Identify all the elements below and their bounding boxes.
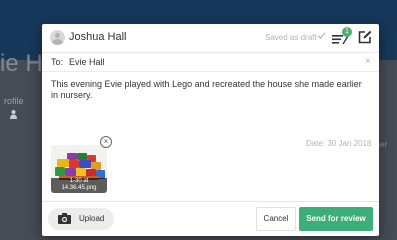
modal-footer: Upload Cancel Send for review (42, 201, 379, 237)
notification-badge: 1 (342, 27, 352, 37)
upload-label: Upload (79, 214, 105, 223)
caption-line-2: 14.36.45.png (61, 185, 97, 191)
modal-header: Joshua Hall Saved as draft 1 (42, 24, 379, 53)
recipient-chip[interactable]: Evie Hall (69, 57, 105, 67)
person-icon (10, 110, 17, 119)
camera-icon (58, 213, 71, 224)
author-name: Joshua Hall (69, 31, 127, 43)
attachment-caption: 1-30 at 14.36.45.png (51, 178, 107, 193)
check-icon (317, 32, 326, 40)
saved-status: Saved as draft (265, 33, 317, 42)
cancel-button[interactable]: Cancel (256, 207, 296, 231)
avatar-body (52, 39, 63, 45)
remove-recipient-button[interactable]: × (365, 56, 371, 67)
caption-line-1: 1-30 at (69, 178, 89, 184)
avatar-head (55, 33, 60, 38)
note-text[interactable]: This evening Evie played with Lego and r… (51, 79, 369, 101)
remove-attachment-button[interactable]: × (100, 136, 112, 148)
avatar (50, 30, 65, 45)
compose-note-modal: Joshua Hall Saved as draft 1 To: Evie Ha… (42, 24, 379, 236)
backdrop-child-name: ie H (0, 50, 43, 77)
backdrop-profile-label: rofile (4, 96, 24, 106)
upload-button[interactable]: Upload (48, 208, 114, 230)
attachment-thumbnail[interactable]: 1-30 at 14.36.45.png (51, 145, 107, 193)
note-date: Date: 30 Jan 2018 (306, 139, 372, 148)
recipient-label: To: (51, 57, 64, 67)
edit-icon[interactable] (358, 30, 372, 44)
recipient-row: To: Evie Hall × (42, 53, 379, 72)
send-for-review-button[interactable]: Send for review (299, 207, 373, 231)
